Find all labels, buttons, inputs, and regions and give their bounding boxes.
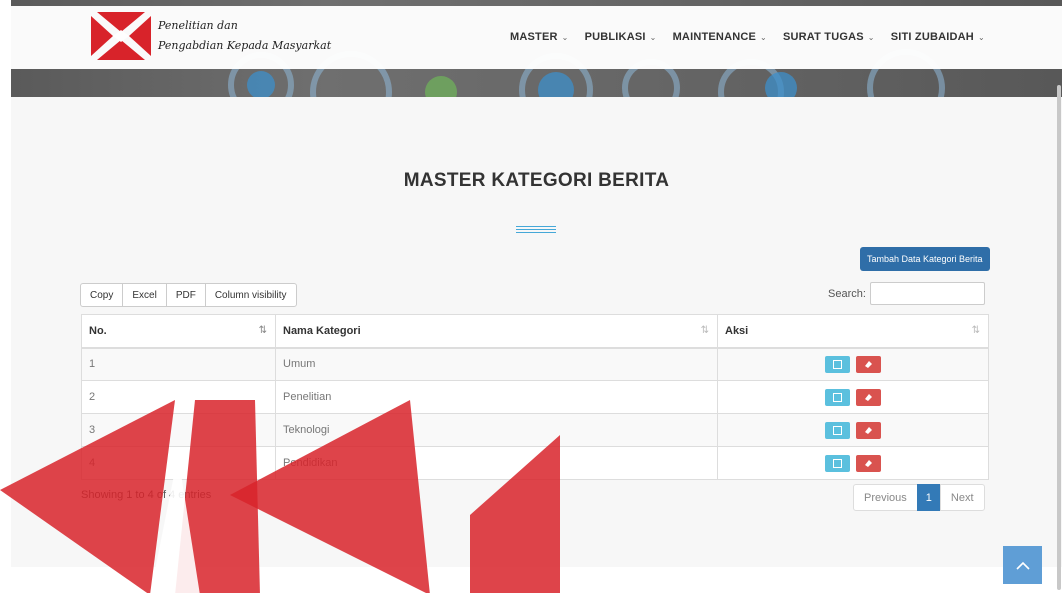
cell-actions <box>717 380 989 414</box>
edit-icon <box>833 425 843 435</box>
nav-label: SITI ZUBAIDAH <box>890 31 974 43</box>
delete-button[interactable] <box>855 421 881 439</box>
search-label: Search: <box>828 287 866 300</box>
brand-line-1: Penelitian dan <box>158 19 238 32</box>
cell-no: 4 <box>81 446 276 480</box>
eraser-icon <box>864 426 872 434</box>
eraser-icon <box>864 459 872 467</box>
header: Penelitian dan Pengabdian Kepada Masyark… <box>11 0 1062 97</box>
title-divider <box>516 226 556 235</box>
delete-button[interactable] <box>855 355 881 373</box>
chevron-down-icon: ⌄ <box>867 32 875 42</box>
nav-item-user-menu[interactable]: SITI ZUBAIDAH ⌄ <box>891 31 985 43</box>
chevron-down-icon: ⌄ <box>760 32 767 42</box>
nav-label: SURAT TUGAS <box>782 31 864 43</box>
column-visibility-button[interactable]: Column visibility <box>204 283 297 307</box>
nav-item-maintenance[interactable]: MAINTENANCE ⌄ <box>673 31 767 43</box>
search-input[interactable] <box>869 282 985 305</box>
next-page-button[interactable]: Next <box>939 484 985 511</box>
column-label: Aksi <box>725 324 749 337</box>
table-row: 3 Teknologi <box>81 413 989 447</box>
export-button-group: Copy Excel PDF Column visibility <box>80 283 297 307</box>
edit-button[interactable] <box>825 421 851 439</box>
cell-name: Penelitian <box>275 380 718 414</box>
column-label: No. <box>89 324 107 337</box>
table-row: 2 Penelitian <box>81 380 989 414</box>
delete-button[interactable] <box>855 388 881 406</box>
add-category-button[interactable]: Tambah Data Kategori Berita <box>860 247 990 271</box>
eraser-icon <box>864 393 872 401</box>
edit-icon <box>833 392 843 402</box>
edit-button[interactable] <box>825 388 851 406</box>
table-row: 1 Umum <box>81 347 989 381</box>
nav-label: MAINTENANCE <box>672 31 757 43</box>
cell-actions <box>717 446 989 480</box>
category-table: No. ⇅ Nama Kategori ⇅ Aksi ⇅ 1 Umum 2 Pe… <box>81 314 989 480</box>
cell-name: Pendidikan <box>275 446 718 480</box>
brand-name[interactable]: Penelitian dan Pengabdian Kepada Masyark… <box>158 16 331 56</box>
sort-asc-icon: ⇅ <box>258 325 267 336</box>
column-header-no[interactable]: No. ⇅ <box>81 314 276 349</box>
edit-button[interactable] <box>825 454 851 472</box>
main-nav: MASTER ⌄ PUBLIKASI ⌄ MAINTENANCE ⌄ SURAT… <box>510 31 985 43</box>
main-content: MASTER KATEGORI BERITA Tambah Data Kateg… <box>11 97 1062 567</box>
copy-button[interactable]: Copy <box>80 283 124 307</box>
table-info: Showing 1 to 4 of 4 entries <box>81 489 212 501</box>
pagination: Previous 1 Next <box>853 484 985 511</box>
nav-label: MASTER <box>510 31 558 43</box>
column-label: Nama Kategori <box>283 324 361 337</box>
cell-name: Umum <box>275 347 718 381</box>
nav-label: PUBLIKASI <box>584 31 646 43</box>
chevron-down-icon: ⌄ <box>561 32 569 42</box>
excel-button[interactable]: Excel <box>122 283 167 307</box>
cell-no: 3 <box>81 413 276 447</box>
nav-item-publikasi[interactable]: PUBLIKASI ⌄ <box>585 31 657 43</box>
edit-icon <box>833 458 843 468</box>
cell-actions <box>717 347 989 381</box>
chevron-down-icon: ⌄ <box>977 32 985 42</box>
cell-no: 1 <box>81 347 276 381</box>
cell-no: 2 <box>81 380 276 414</box>
nav-item-master[interactable]: MASTER ⌄ <box>510 31 569 43</box>
edit-icon <box>833 359 843 369</box>
sort-icon: ⇅ <box>971 325 980 336</box>
chevron-up-icon <box>1015 561 1030 570</box>
previous-page-button[interactable]: Previous <box>853 484 918 511</box>
chevron-down-icon: ⌄ <box>649 32 657 42</box>
page-button-current[interactable]: 1 <box>916 484 941 511</box>
brand-line-2: Pengabdian Kepada Masyarkat <box>158 39 332 52</box>
back-to-top-button[interactable] <box>1003 546 1042 584</box>
page-title: MASTER KATEGORI BERITA <box>403 170 670 191</box>
cell-name: Teknologi <box>275 413 718 447</box>
nav-item-surat-tugas[interactable]: SURAT TUGAS ⌄ <box>783 31 875 43</box>
column-header-aksi[interactable]: Aksi ⇅ <box>717 314 989 349</box>
edit-button[interactable] <box>825 355 851 373</box>
logo-icon[interactable] <box>91 12 151 60</box>
page-scrollbar[interactable] <box>1057 85 1061 590</box>
eraser-icon <box>864 360 872 368</box>
search-box: Search: <box>828 282 985 305</box>
sort-icon: ⇅ <box>700 325 709 336</box>
pdf-button[interactable]: PDF <box>165 283 206 307</box>
navbar: Penelitian dan Pengabdian Kepada Masyark… <box>11 6 1062 69</box>
delete-button[interactable] <box>855 454 881 472</box>
table-header-row: No. ⇅ Nama Kategori ⇅ Aksi ⇅ <box>81 314 989 349</box>
table-row: 4 Pendidikan <box>81 446 989 480</box>
cell-actions <box>717 413 989 447</box>
column-header-nama-kategori[interactable]: Nama Kategori ⇅ <box>275 314 718 349</box>
